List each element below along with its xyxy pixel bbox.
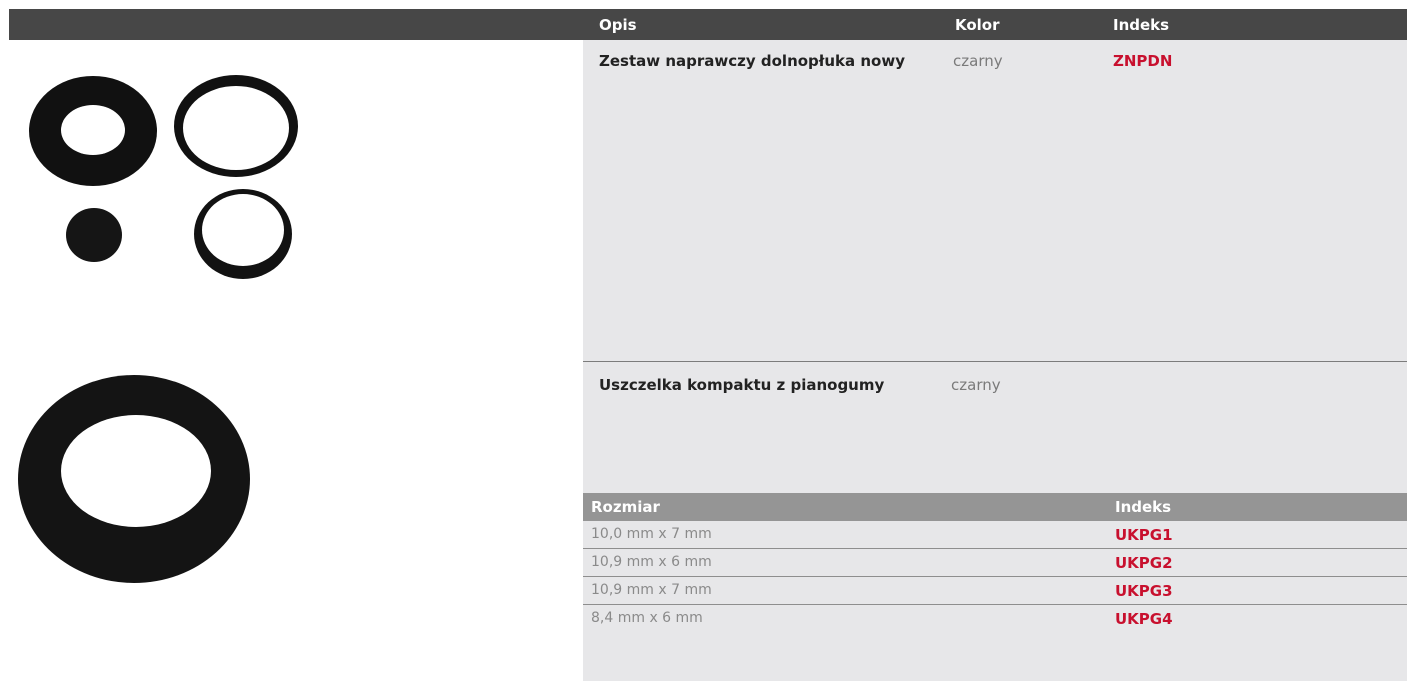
product1-color: czarny	[953, 52, 1003, 70]
header-opis: Opis	[599, 16, 637, 34]
table-header: Opis Kolor Indeks	[583, 9, 1407, 40]
product1-description: Zestaw naprawczy dolnopłuka nowy	[599, 52, 905, 70]
rubber-gasket-set-photo	[29, 75, 298, 279]
row-size: 10,9 mm x 7 mm	[591, 582, 712, 598]
row-index[interactable]: UKPG1	[1115, 526, 1173, 544]
product2-description: Uszczelka kompaktu z pianogumy	[599, 376, 885, 394]
row-size: 10,9 mm x 6 mm	[591, 554, 712, 570]
foam-rubber-gasket-photo	[18, 375, 250, 583]
table-row: 8,4 mm x 6 mm UKPG4	[583, 605, 1407, 632]
product1-index[interactable]: ZNPDN	[1113, 52, 1172, 70]
table-row: 10,9 mm x 7 mm UKPG3	[583, 577, 1407, 605]
row-index[interactable]: UKPG3	[1115, 582, 1173, 600]
row-index[interactable]: UKPG4	[1115, 610, 1173, 628]
size-index-col-header: Indeks	[1115, 498, 1172, 516]
product-panel-1	[583, 40, 1407, 361]
row-size: 10,0 mm x 7 mm	[591, 526, 712, 542]
row-index[interactable]: UKPG2	[1115, 554, 1173, 572]
header-kolor: Kolor	[955, 16, 1000, 34]
size-table-header: Rozmiar Indeks	[583, 493, 1407, 521]
row-size: 8,4 mm x 6 mm	[591, 610, 703, 626]
size-col-header: Rozmiar	[591, 498, 660, 516]
table-row: 10,9 mm x 6 mm UKPG2	[583, 549, 1407, 577]
top-bar-left	[9, 9, 583, 40]
header-indeks: Indeks	[1113, 16, 1170, 34]
table-row: 10,0 mm x 7 mm UKPG1	[583, 521, 1407, 549]
product2-color: czarny	[951, 376, 1001, 394]
